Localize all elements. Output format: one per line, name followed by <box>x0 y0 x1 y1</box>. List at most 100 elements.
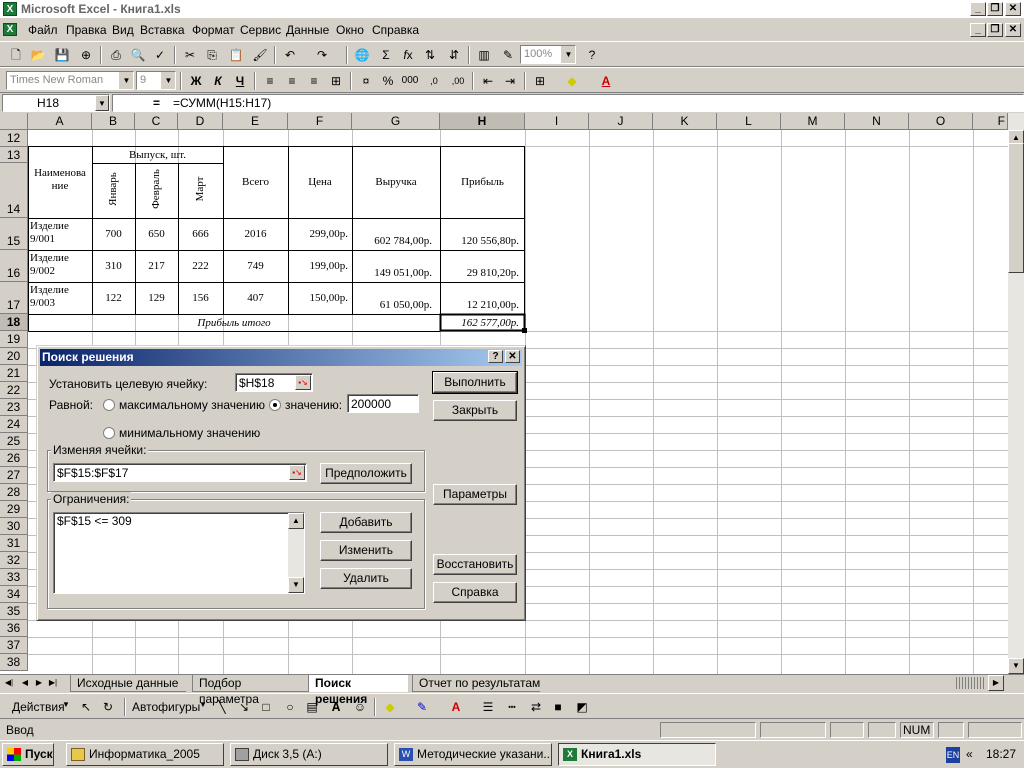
changing-cells-input[interactable]: $F$15:$F$17 ▪↘ <box>53 463 307 482</box>
spelling-icon[interactable]: ✓ <box>150 46 170 64</box>
minimize-button[interactable]: _ <box>970 2 986 16</box>
arrow-icon[interactable]: ↘ <box>234 698 254 716</box>
menu-window[interactable]: Окно <box>336 23 364 37</box>
dash-style-icon[interactable]: ┅ <box>502 698 522 716</box>
sheet-tab[interactable]: Исходные данные <box>70 675 186 692</box>
collapse-dialog-icon[interactable]: ▪↘ <box>295 375 311 390</box>
increase-indent-icon[interactable]: ⇥ <box>500 72 520 90</box>
textbox-icon[interactable]: ▤ <box>302 698 322 716</box>
align-right-icon[interactable]: ≡ <box>304 72 324 90</box>
copy-icon[interactable]: ⎘ <box>202 46 222 64</box>
tray-expand-icon[interactable]: « <box>966 747 973 761</box>
radio-value-label[interactable]: значению: <box>285 398 342 412</box>
line-color-icon[interactable]: ✎ <box>412 698 432 716</box>
item-revenue[interactable]: 61 050,00р. <box>352 299 432 312</box>
doc-minimize-button[interactable]: _ <box>970 23 986 37</box>
name-box[interactable]: H18 ▼ <box>2 94 110 112</box>
merge-center-icon[interactable]: ⊞ <box>326 72 346 90</box>
oval-icon[interactable]: ○ <box>280 698 300 716</box>
undo-icon[interactable]: ↶ <box>280 46 300 64</box>
actions-menu[interactable]: Действия <box>12 700 65 714</box>
item-total[interactable]: 407 <box>223 292 288 305</box>
radio-min-label[interactable]: минимальному значению <box>119 426 260 440</box>
total-label[interactable]: Прибыль итого <box>28 317 440 330</box>
sheet-tab[interactable]: Отчет по результатам <box>412 675 540 692</box>
restore-button[interactable]: ❐ <box>987 2 1003 16</box>
autosum-icon[interactable]: Σ <box>376 46 396 64</box>
paste-icon[interactable]: 📋 <box>226 46 246 64</box>
item-profit[interactable]: 29 810,20р. <box>440 267 519 280</box>
item-name[interactable]: Изделие 9/003 <box>30 284 78 310</box>
item-jan[interactable]: 310 <box>92 260 135 273</box>
item-mar[interactable]: 666 <box>178 228 223 241</box>
rectangle-icon[interactable]: □ <box>256 698 276 716</box>
radio-min[interactable] <box>103 427 115 439</box>
menu-edit[interactable]: Правка <box>66 23 107 37</box>
fill-color-icon[interactable]: ◆ <box>380 698 400 716</box>
underline-button[interactable]: Ч <box>230 72 250 90</box>
value-input[interactable]: 200000 <box>347 394 419 413</box>
menu-file[interactable]: Файл <box>28 23 58 37</box>
scroll-down-icon[interactable]: ▼ <box>288 577 304 593</box>
menu-insert[interactable]: Вставка <box>140 23 185 37</box>
excel-app-icon[interactable]: X <box>3 2 17 16</box>
list-scrollbar[interactable]: ▲ ▼ <box>288 513 304 593</box>
workbook-icon[interactable]: X <box>3 23 17 36</box>
help-button[interactable]: Справка <box>433 582 517 603</box>
radio-value[interactable] <box>269 399 281 411</box>
item-price[interactable]: 299,00р. <box>288 228 349 241</box>
first-sheet-icon[interactable]: ◀| <box>2 675 16 691</box>
doc-restore-button[interactable]: ❐ <box>987 23 1003 37</box>
line-style-icon[interactable]: ☰ <box>478 698 498 716</box>
autoshapes-menu[interactable]: Автофигуры <box>132 700 200 714</box>
item-name[interactable]: Изделие 9/002 <box>30 252 78 278</box>
next-sheet-icon[interactable]: ▶ <box>32 675 46 691</box>
scroll-down-icon[interactable]: ▼ <box>1008 658 1024 674</box>
sheet-tab[interactable]: Подбор параметра <box>192 675 308 706</box>
item-profit[interactable]: 12 210,00р. <box>440 299 519 312</box>
percent-icon[interactable]: % <box>378 72 398 90</box>
item-revenue[interactable]: 149 051,00р. <box>352 267 432 280</box>
function-icon[interactable]: fx <box>398 46 418 64</box>
italic-button[interactable]: К <box>208 72 228 90</box>
align-center-icon[interactable]: ≡ <box>282 72 302 90</box>
options-button[interactable]: Параметры <box>433 484 517 505</box>
drawing-icon[interactable]: ✎ <box>498 46 518 64</box>
3d-icon[interactable]: ◩ <box>572 698 592 716</box>
font-color-icon[interactable]: A <box>446 698 466 716</box>
item-mar[interactable]: 222 <box>178 260 223 273</box>
decrease-indent-icon[interactable]: ⇤ <box>478 72 498 90</box>
menu-view[interactable]: Вид <box>112 23 134 37</box>
sort-asc-icon[interactable]: ⇅ <box>420 46 440 64</box>
item-total[interactable]: 2016 <box>223 228 288 241</box>
line-icon[interactable]: ╲ <box>212 698 232 716</box>
save-icon[interactable]: 💾 <box>52 46 72 64</box>
hyperlink-icon[interactable]: 🌐 <box>352 46 372 64</box>
sort-desc-icon[interactable]: ⇵ <box>444 46 464 64</box>
rotate-icon[interactable]: ↻ <box>98 698 118 716</box>
change-button[interactable]: Изменить <box>320 540 412 561</box>
prev-sheet-icon[interactable]: ◀ <box>18 675 32 691</box>
taskbar-item-active[interactable]: X Книга1.xls <box>558 743 716 766</box>
taskbar-item[interactable]: Информатика_2005 <box>66 743 224 766</box>
sheet-tab-active[interactable]: Поиск решения <box>308 675 408 706</box>
radio-max[interactable] <box>103 399 115 411</box>
menu-tools[interactable]: Сервис <box>240 23 281 37</box>
collapse-dialog-icon[interactable]: ▪↘ <box>289 465 305 480</box>
permission-icon[interactable]: ⊕ <box>76 46 96 64</box>
item-jan[interactable]: 122 <box>92 292 135 305</box>
align-left-icon[interactable]: ≡ <box>260 72 280 90</box>
delete-button[interactable]: Удалить <box>320 568 412 589</box>
menu-data[interactable]: Данные <box>286 23 329 37</box>
currency-icon[interactable]: ¤ <box>356 72 376 90</box>
menu-format[interactable]: Формат <box>192 23 235 37</box>
item-feb[interactable]: 129 <box>135 292 178 305</box>
dialog-close-button[interactable]: ✕ <box>505 350 520 363</box>
target-cell-input[interactable]: $H$18 ▪↘ <box>235 373 313 392</box>
item-profit[interactable]: 120 556,80р. <box>440 235 519 248</box>
add-button[interactable]: Добавить <box>320 512 412 533</box>
shadow-icon[interactable]: ■ <box>548 698 568 716</box>
item-price[interactable]: 150,00р. <box>288 292 349 305</box>
fill-color-icon[interactable]: ◆ <box>562 72 582 90</box>
format-painter-icon[interactable]: 🖌 <box>250 46 270 64</box>
